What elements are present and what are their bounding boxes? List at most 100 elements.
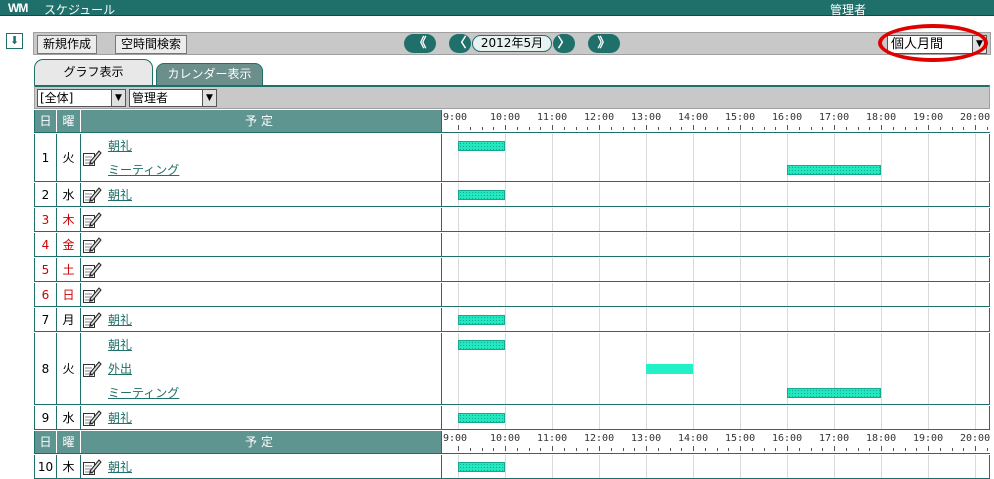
hour-gridline [928, 134, 929, 181]
tick-mark [634, 448, 636, 451]
schedule-event-link[interactable]: 外出 [108, 360, 132, 377]
tick-mark [657, 448, 659, 451]
tick-mark [963, 448, 965, 451]
new-button[interactable]: 新規作成 [37, 35, 98, 54]
hour-gridline [787, 258, 788, 281]
day-row: 1 火朝礼 ミーティング [34, 134, 990, 182]
schedule-event-link[interactable]: ミーティング [108, 161, 179, 178]
timeline-cell [441, 333, 991, 404]
day-number: 5 [35, 258, 57, 281]
hour-gridline [693, 233, 694, 256]
view-mode-select[interactable]: 個人月間 ▼ [887, 35, 987, 54]
tick-mark [469, 448, 471, 451]
schedule-event-bar[interactable] [787, 388, 881, 398]
schedule-event-link[interactable]: 朝礼 [108, 311, 132, 328]
down-arrow-icon[interactable]: ⬇ [6, 33, 23, 49]
hour-gridline [693, 308, 694, 331]
hour-gridline [834, 308, 835, 331]
pen-edit-icon[interactable] [82, 236, 102, 254]
hour-gridline [693, 333, 694, 404]
day-row: 10 木 朝礼 [34, 455, 990, 479]
schedule-event-link[interactable]: 朝礼 [108, 458, 132, 475]
pen-edit-icon[interactable] [82, 286, 102, 304]
tick-mark [681, 127, 683, 130]
pen-edit-icon[interactable] [82, 149, 102, 167]
hour-gridline [552, 208, 553, 231]
tick-mark [763, 448, 765, 451]
hour-gridline [505, 233, 506, 256]
tick-mark [587, 448, 589, 451]
plan-cell: 朝礼 [81, 455, 441, 478]
schedule-event-bar[interactable] [458, 340, 505, 350]
hour-gridline [975, 283, 976, 306]
schedule-event-link[interactable]: 朝礼 [108, 409, 132, 426]
hour-gridline [646, 134, 647, 181]
prev-month-button[interactable]: 〈 [449, 34, 471, 53]
weekday-label: 月 [57, 308, 81, 331]
column-header-day: 日 [35, 110, 57, 132]
schedule-event-bar[interactable] [458, 462, 505, 472]
prev-year-button[interactable]: 《 [404, 34, 436, 53]
pen-edit-icon[interactable] [82, 360, 102, 378]
schedule-event-link[interactable]: ミーティング [108, 384, 179, 401]
hour-tick-label: 16:00 [772, 433, 803, 444]
hour-gridline [787, 406, 788, 429]
plan-cell: 朝礼 ミーティング [81, 134, 441, 181]
tab-graph-view[interactable]: グラフ表示 [34, 59, 153, 85]
hour-gridline [928, 208, 929, 231]
user-name[interactable]: 管理者 [830, 1, 866, 18]
app-title: スケジュール [44, 3, 116, 17]
hour-gridline [975, 183, 976, 206]
next-month-button[interactable]: 〉 [553, 34, 575, 53]
hour-gridline [928, 258, 929, 281]
day-number: 4 [35, 233, 57, 256]
tick-mark [693, 446, 694, 451]
tick-mark [599, 446, 600, 451]
hour-gridline [552, 283, 553, 306]
plan-cell [81, 283, 441, 306]
next-year-button[interactable]: 》 [588, 34, 620, 53]
schedule-event-bar[interactable] [787, 165, 881, 175]
tick-mark [869, 448, 871, 451]
tick-mark [704, 448, 706, 451]
group-select[interactable]: [全体] ▼ [37, 89, 126, 107]
tick-mark [528, 127, 530, 130]
pen-edit-icon[interactable] [82, 458, 102, 476]
tick-mark [505, 125, 506, 130]
pen-edit-icon[interactable] [82, 261, 102, 279]
hour-gridline [740, 233, 741, 256]
weekday-label: 土 [57, 258, 81, 281]
tick-mark [505, 446, 506, 451]
hour-gridline [975, 308, 976, 331]
hour-gridline [740, 308, 741, 331]
tick-mark [740, 125, 741, 130]
day-row: 8 火朝礼 外出 ミーティング [34, 333, 990, 405]
free-time-search-button[interactable]: 空時間検索 [115, 35, 188, 54]
tick-mark [798, 448, 800, 451]
plan-cell: 朝礼外出ミーティング [81, 333, 441, 404]
schedule-event-link[interactable]: 朝礼 [108, 186, 132, 203]
hour-tick-label: 15:00 [725, 433, 756, 444]
hour-gridline [740, 134, 741, 181]
pen-edit-icon[interactable] [82, 311, 102, 329]
hour-gridline [693, 406, 694, 429]
pen-edit-icon[interactable] [82, 409, 102, 427]
hour-gridline [740, 406, 741, 429]
schedule-event-bar[interactable] [458, 141, 505, 151]
tick-mark [822, 448, 824, 451]
tick-mark [798, 127, 800, 130]
hour-gridline [552, 333, 553, 404]
schedule-event-link[interactable]: 朝礼 [108, 336, 132, 353]
pen-edit-icon[interactable] [82, 211, 102, 229]
tick-mark [751, 448, 753, 451]
hour-gridline [599, 308, 600, 331]
schedule-event-link[interactable]: 朝礼 [108, 137, 132, 154]
tab-calendar-view[interactable]: カレンダー表示 [156, 63, 263, 85]
pen-edit-icon[interactable] [82, 186, 102, 204]
schedule-event-bar[interactable] [458, 413, 505, 423]
schedule-event-bar[interactable] [458, 190, 505, 200]
schedule-event-bar[interactable] [646, 364, 693, 374]
schedule-event-bar[interactable] [458, 315, 505, 325]
hour-tick-label: 20:00 [960, 112, 991, 123]
member-select[interactable]: 管理者 ▼ [129, 89, 217, 107]
